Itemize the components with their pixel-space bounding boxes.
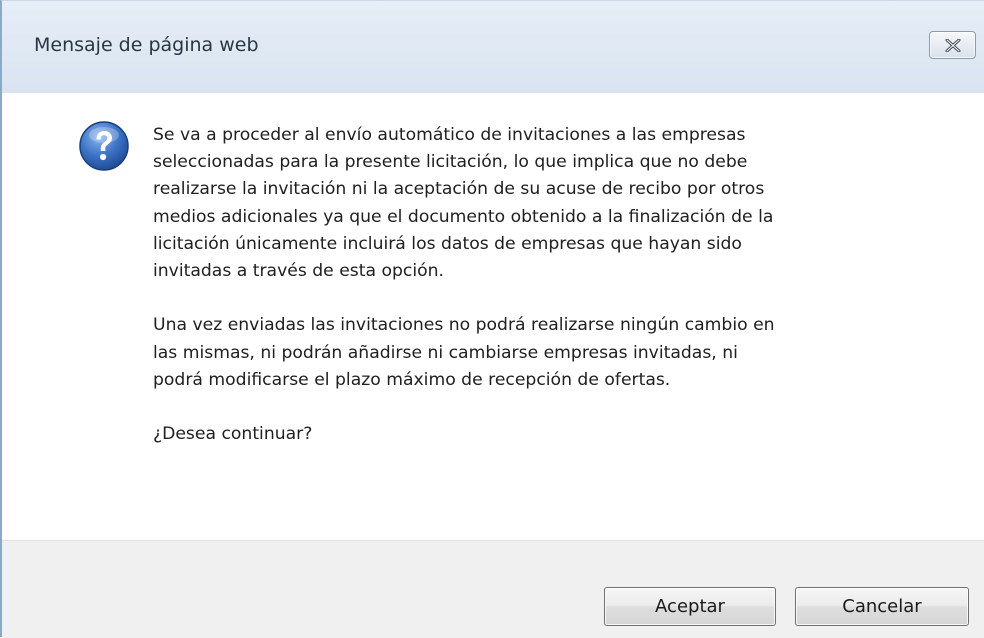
message-paragraph-1: Se va a proceder al envío automático de … bbox=[153, 125, 774, 282]
title-bar[interactable]: Mensaje de página web bbox=[2, 1, 984, 93]
accept-button[interactable]: Aceptar bbox=[604, 587, 776, 626]
question-icon bbox=[79, 121, 129, 171]
close-button[interactable] bbox=[929, 31, 976, 59]
button-bar: Aceptar Cancelar bbox=[2, 540, 984, 638]
dialog-body: Se va a proceder al envío automático de … bbox=[2, 93, 984, 540]
cancel-button[interactable]: Cancelar bbox=[795, 587, 969, 626]
message-text: Se va a proceder al envío automático de … bbox=[153, 122, 958, 448]
message-question: ¿Desea continuar? bbox=[153, 424, 313, 445]
dialog-title: Mensaje de página web bbox=[34, 34, 259, 56]
message-dialog: Mensaje de página web Se va a proceder a… bbox=[0, 0, 984, 638]
close-icon bbox=[945, 39, 961, 52]
message-paragraph-2: Una vez enviadas las invitaciones no pod… bbox=[153, 315, 775, 390]
